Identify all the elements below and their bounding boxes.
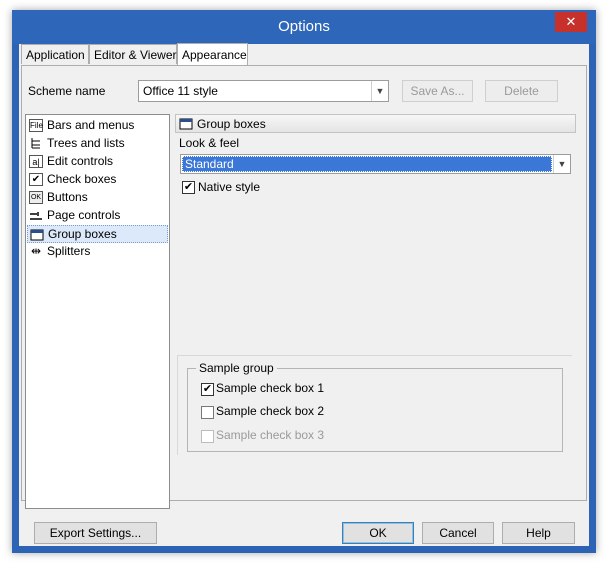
tab-application[interactable]: Application	[21, 44, 89, 64]
group-box-icon	[30, 228, 44, 241]
tree-item-label: Page controls	[47, 208, 121, 222]
chevron-down-icon[interactable]: ▼	[371, 81, 388, 101]
sample-checkbox-2-label: Sample check box 2	[216, 404, 325, 418]
look-feel-combo[interactable]: Standard ▼	[180, 154, 571, 174]
look-feel-value: Standard	[182, 156, 552, 172]
dialog-client: Application Editor & Viewers Appearance …	[19, 43, 589, 546]
tree-item-group-boxes[interactable]: Group boxes	[27, 225, 168, 243]
tree-icon	[29, 137, 43, 150]
scheme-name-label: Scheme name	[28, 84, 106, 98]
tree-item-label: Buttons	[47, 190, 88, 204]
sample-checkbox-3-label: Sample check box 3	[216, 428, 325, 442]
tree-item-edit-controls[interactable]: a| Edit controls	[27, 153, 168, 171]
tree-item-label: Group boxes	[48, 227, 117, 241]
category-tree[interactable]: File Bars and menus Trees and lists a| E…	[25, 114, 170, 509]
sample-checkbox-1-label: Sample check box 1	[216, 381, 325, 395]
tab-editor-viewers[interactable]: Editor & Viewers	[89, 44, 182, 64]
sample-checkbox-2[interactable]	[201, 406, 214, 419]
tree-item-page-controls[interactable]: Page controls	[27, 207, 168, 225]
scheme-name-combo[interactable]: Office 11 style ▼	[138, 80, 389, 102]
tree-item-splitters[interactable]: ⇹ Splitters	[27, 243, 168, 261]
tree-item-label: Trees and lists	[47, 136, 125, 150]
tree-item-label: Edit controls	[47, 154, 114, 168]
toolbar-icon: File	[29, 119, 43, 132]
edit-control-icon: a|	[29, 155, 43, 168]
appearance-panel: Scheme name Office 11 style ▼ Save As...…	[21, 65, 587, 509]
sample-checkbox-1[interactable]: ✔	[201, 383, 214, 396]
group-box-icon	[179, 117, 193, 133]
native-style-label: Native style	[198, 180, 261, 194]
tree-item-label: Bars and menus	[47, 118, 135, 132]
options-dialog: Options ✕ Application Editor & Viewers A…	[12, 10, 596, 553]
splitter-icon: ⇹	[30, 244, 42, 258]
tree-item-label: Splitters	[47, 244, 91, 258]
look-feel-label: Look & feel	[179, 136, 240, 150]
tree-item-bars-and-menus[interactable]: File Bars and menus	[27, 117, 168, 135]
panel-header-title: Group boxes	[197, 117, 266, 131]
help-button[interactable]: Help	[502, 522, 575, 544]
title-bar[interactable]: Options ✕	[12, 10, 596, 44]
tab-appearance[interactable]: Appearance	[177, 43, 248, 66]
sample-area: Sample group ✔ Sample check box 1 Sample…	[177, 355, 572, 455]
tab-editor-viewers-label: Editor & Viewers	[94, 48, 183, 62]
tree-item-trees-and-lists[interactable]: Trees and lists	[27, 135, 168, 153]
tree-item-check-boxes[interactable]: ✔ Check boxes	[27, 171, 168, 189]
close-icon: ✕	[565, 14, 577, 29]
chevron-down-icon[interactable]: ▼	[553, 155, 570, 173]
tab-appearance-label: Appearance	[182, 48, 247, 62]
save-as-button[interactable]: Save As...	[402, 80, 473, 102]
tab-application-label: Application	[26, 48, 85, 62]
page-control-icon	[29, 209, 43, 222]
cancel-button[interactable]: Cancel	[422, 522, 494, 544]
export-settings-button[interactable]: Export Settings...	[34, 522, 157, 544]
sample-group-caption: Sample group	[196, 361, 277, 375]
checkbox-icon: ✔	[29, 173, 43, 186]
button-icon: OK	[29, 191, 43, 204]
delete-button[interactable]: Delete	[485, 80, 558, 102]
sample-group-box: Sample group ✔ Sample check box 1 Sample…	[187, 361, 563, 452]
close-button[interactable]: ✕	[555, 12, 587, 32]
sample-checkbox-3	[201, 430, 214, 443]
scheme-name-value: Office 11 style	[143, 84, 218, 98]
native-style-checkbox[interactable]: ✔	[182, 181, 195, 194]
ok-button[interactable]: OK	[342, 522, 414, 544]
tree-item-buttons[interactable]: OK Buttons	[27, 189, 168, 207]
window-title: Options	[278, 18, 330, 35]
panel-header: Group boxes	[175, 114, 576, 133]
tree-item-label: Check boxes	[47, 172, 117, 186]
